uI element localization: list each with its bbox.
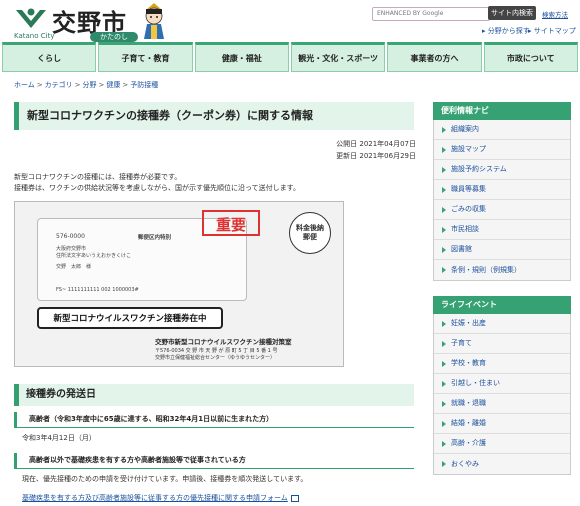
sidebar-item-facility-map[interactable]: 施設マップ (434, 140, 570, 160)
sidebar-item-marriage[interactable]: 結婚・離婚 (434, 414, 570, 434)
breadcrumb: ホーム > カテゴリ > 分野 > 健康 > 予防接種 (14, 81, 159, 89)
triangle-bullet-icon (442, 206, 446, 213)
triangle-bullet-icon (442, 126, 446, 133)
sidebar-item-facility-reservation[interactable]: 施設予約システム (434, 160, 570, 180)
priority-application-form-link[interactable]: 基礎疾患を有する方及び高齢者施設等に従事する方の優先接種に関する申請フォーム (22, 493, 299, 503)
breadcrumb-home[interactable]: ホーム (14, 81, 35, 89)
triangle-bullet-icon (442, 400, 446, 407)
triangle-bullet-icon (442, 340, 446, 347)
intro-text-1: 新型コロナワクチンの接種には、接種券が必要です。 (14, 173, 182, 181)
triangle-bullet-icon (442, 186, 446, 193)
breadcrumb-category[interactable]: カテゴリ (45, 81, 73, 89)
site-search-button[interactable]: サイト内検索 (488, 6, 536, 20)
envelope-recipient-line2: 住所法文字あいうえおかきくけこ (56, 253, 132, 259)
breadcrumb-field[interactable]: 分野 (83, 81, 97, 89)
sidebar-item-childcare[interactable]: 子育て (434, 334, 570, 354)
envelope-sender: 交野市新型コロナウイルスワクチン接種対策室 (155, 338, 292, 346)
sidebar-item-pregnancy[interactable]: 妊娠・出産 (434, 314, 570, 334)
triangle-bullet-icon (442, 267, 446, 273)
sidebar-item-condolences[interactable]: おくやみ (434, 454, 570, 474)
envelope-barcode-line: FS~ 1111111111 002 1000003# (56, 287, 139, 293)
sidebar-item-ordinances[interactable]: 条例・規則（例規集） (434, 260, 570, 280)
triangle-bullet-icon (442, 420, 446, 427)
site-subtitle-en: Katano City (14, 32, 55, 40)
envelope-sender-address: 〒576-0034 交 野 市 天 野 が 原 町 5 丁 目 5 番 1 号 (155, 348, 278, 354)
sidebar-item-recruitment[interactable]: 職員等募集 (434, 180, 570, 200)
sidebar-item-moving[interactable]: 引越し・住まい (434, 374, 570, 394)
search-help-link[interactable]: 検索方法 (542, 9, 568, 19)
triangle-bullet-icon (442, 320, 446, 327)
envelope-zip: 576-0000 (56, 233, 85, 240)
browse-by-field-link[interactable]: ▸ 分野から探す (482, 26, 530, 36)
nav-item-childcare-education[interactable]: 子育て・教育 (98, 42, 193, 72)
envelope-urgent-stamp: 重要 (202, 210, 260, 236)
envelope-image: 576-0000 郵便区内特別 大阪府交野市 住所法文字あいうえおかきくけこ 交… (14, 201, 344, 367)
envelope-recipient-name: 交野 太郎 様 (56, 264, 92, 270)
page-title: 新型コロナワクチンの接種券（クーポン券）に関する情報 (14, 102, 414, 130)
search-input[interactable]: ENHANCED BY Google (372, 7, 490, 21)
triangle-bullet-icon (442, 246, 446, 253)
sitemap-link[interactable]: ▸ サイトマップ (528, 26, 576, 36)
nav-item-city-government[interactable]: 市政について (483, 42, 578, 72)
nav-item-health-welfare[interactable]: 健康・福祉 (194, 42, 289, 72)
site-subtitle-jp: かたのし (90, 32, 138, 42)
sidebar-heading-useful-info: 便利情報ナビ (433, 102, 571, 120)
published-date: 公開日 2021年04月07日 (336, 140, 416, 148)
updated-date: 更新日 2021年06月29日 (336, 152, 416, 160)
sidebar-item-employment[interactable]: 就職・退職 (434, 394, 570, 414)
envelope-postage-mark: 料金後納郵便 (289, 212, 331, 254)
triangle-bullet-icon (442, 166, 446, 173)
sidebar-list-life-events: 妊娠・出産 子育て 学校・教育 引越し・住まい 就職・退職 結婚・離婚 高齢・介… (433, 314, 571, 475)
triangle-bullet-icon (442, 360, 446, 367)
sidebar-item-elderly-care[interactable]: 高齢・介護 (434, 434, 570, 454)
triangle-bullet-icon (442, 461, 446, 467)
nav-item-business[interactable]: 事業者の方へ (387, 42, 482, 72)
global-nav: くらし 子育て・教育 健康・福祉 観光・文化・スポーツ 事業者の方へ 市政につい… (0, 42, 580, 72)
sidebar-heading-life-events: ライフイベント (433, 296, 571, 314)
sidebar-item-garbage[interactable]: ごみの収集 (434, 200, 570, 220)
nav-item-tourism-culture-sports[interactable]: 観光・文化・スポーツ (290, 42, 386, 72)
breadcrumb-health[interactable]: 健康 (106, 81, 120, 89)
sidebar-item-school[interactable]: 学校・教育 (434, 354, 570, 374)
breadcrumb-vaccination[interactable]: 予防接種 (130, 81, 158, 89)
envelope-sender-facility: 交野市立保健福祉総合センター（ゆうゆうセンター） (155, 355, 276, 361)
external-link-icon (290, 494, 299, 502)
triangle-bullet-icon (442, 440, 446, 447)
mascot-icon (144, 3, 164, 39)
nav-item-living[interactable]: くらし (2, 42, 97, 72)
sidebar-list-useful-info: 組織案内 施設マップ 施設予約システム 職員等募集 ごみの収集 市民相談 図書館… (433, 120, 571, 281)
section-heading-dispatch-date: 接種券の発送日 (14, 384, 414, 406)
subheading-underlying-conditions: 高齢者以外で基礎疾患を有する方や高齢者施設等で従事されている方 (14, 453, 414, 469)
intro-text-2: 接種券は、ワクチンの供給状況等を考慮しながら、国が示す優先順位に沿って送付します… (14, 184, 300, 192)
triangle-bullet-icon (442, 226, 446, 233)
subheading-elderly: 高齢者（令和3年度中に65歳に達する、昭和32年4月1日以前に生まれた方） (14, 412, 414, 428)
envelope-mail-class: 郵便区内特別 (138, 235, 172, 241)
triangle-bullet-icon (442, 146, 446, 153)
envelope-recipient-line1: 大阪府交野市 (56, 246, 87, 252)
triangle-bullet-icon (442, 380, 446, 387)
application-status-text: 現在、優先接種のための申請を受け付けています。申請後、接種券を順次発送しています… (22, 475, 308, 483)
sidebar-item-library[interactable]: 図書館 (434, 240, 570, 260)
envelope-banner: 新型コロナウイルスワクチン接種券在中 (37, 307, 223, 329)
sidebar-item-organization[interactable]: 組織案内 (434, 120, 570, 140)
sidebar-item-consultation[interactable]: 市民相談 (434, 220, 570, 240)
dispatch-date-text: 令和3年4月12日（月） (22, 434, 96, 442)
city-emblem-icon (16, 8, 46, 28)
